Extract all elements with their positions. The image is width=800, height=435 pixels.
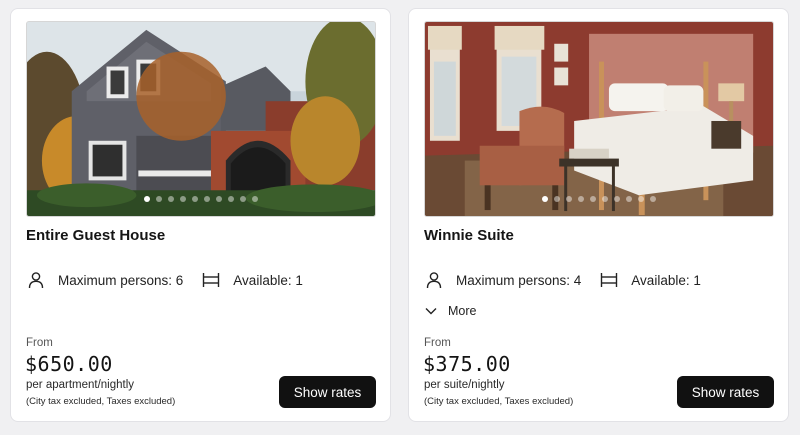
tax-note: (City tax excluded, Taxes excluded): [424, 396, 574, 407]
carousel-dot[interactable]: [180, 196, 186, 202]
availability-label: Available: 1: [631, 272, 701, 288]
carousel-dot[interactable]: [554, 196, 560, 202]
room-photo-carousel[interactable]: [424, 21, 774, 217]
room-title: Winnie Suite: [424, 227, 514, 244]
room-card-guest-house: Entire Guest House Maximum persons: 6 Av…: [10, 8, 391, 422]
show-rates-button[interactable]: Show rates: [677, 376, 774, 408]
max-persons-label: Maximum persons: 6: [58, 272, 184, 288]
carousel-dot[interactable]: [216, 196, 222, 202]
carousel-dot[interactable]: [602, 196, 608, 202]
house-exterior-image: [27, 22, 375, 216]
person-icon: [26, 270, 46, 290]
max-persons: Maximum persons: 6: [26, 270, 183, 290]
carousel-dot[interactable]: [144, 196, 150, 202]
carousel-dot[interactable]: [252, 196, 258, 202]
carousel-dot[interactable]: [192, 196, 198, 202]
carousel-dot[interactable]: [566, 196, 572, 202]
carousel-dot[interactable]: [590, 196, 596, 202]
room-photo-carousel[interactable]: [26, 21, 376, 217]
price-from-label: From: [424, 337, 451, 349]
room-title: Entire Guest House: [26, 227, 166, 244]
price-value: $375.00: [423, 352, 511, 376]
more-label: More: [448, 304, 477, 318]
price-value: $650.00: [25, 352, 113, 376]
bed-icon: [201, 270, 221, 290]
show-rates-button[interactable]: Show rates: [279, 376, 376, 408]
availability-label: Available: 1: [233, 272, 303, 288]
person-icon: [424, 270, 444, 290]
carousel-dot[interactable]: [542, 196, 548, 202]
price-from-label: From: [26, 337, 53, 349]
bedroom-interior-image: [425, 22, 773, 216]
tax-note: (City tax excluded, Taxes excluded): [26, 396, 176, 407]
price-unit-label: per suite/nightly: [424, 379, 505, 391]
availability: Available: 1: [201, 270, 303, 290]
carousel-dot[interactable]: [638, 196, 644, 202]
carousel-dot[interactable]: [614, 196, 620, 202]
carousel-dot[interactable]: [204, 196, 210, 202]
carousel-dot[interactable]: [168, 196, 174, 202]
room-features: Maximum persons: 6 Available: 1: [26, 270, 303, 290]
max-persons-label: Maximum persons: 4: [456, 272, 582, 288]
chevron-down-icon: [424, 304, 438, 318]
carousel-dots: [425, 196, 773, 202]
room-features: Maximum persons: 4 Available: 1: [424, 270, 701, 290]
carousel-dots: [27, 196, 375, 202]
carousel-dot[interactable]: [228, 196, 234, 202]
carousel-dot[interactable]: [650, 196, 656, 202]
price-unit-label: per apartment/nightly: [26, 379, 135, 391]
availability: Available: 1: [599, 270, 701, 290]
carousel-dot[interactable]: [578, 196, 584, 202]
more-toggle[interactable]: More: [424, 304, 476, 318]
carousel-dot[interactable]: [156, 196, 162, 202]
room-card-winnie-suite: Winnie Suite Maximum persons: 4 Availabl…: [408, 8, 789, 422]
bed-icon: [599, 270, 619, 290]
carousel-dot[interactable]: [626, 196, 632, 202]
max-persons: Maximum persons: 4: [424, 270, 581, 290]
carousel-dot[interactable]: [240, 196, 246, 202]
